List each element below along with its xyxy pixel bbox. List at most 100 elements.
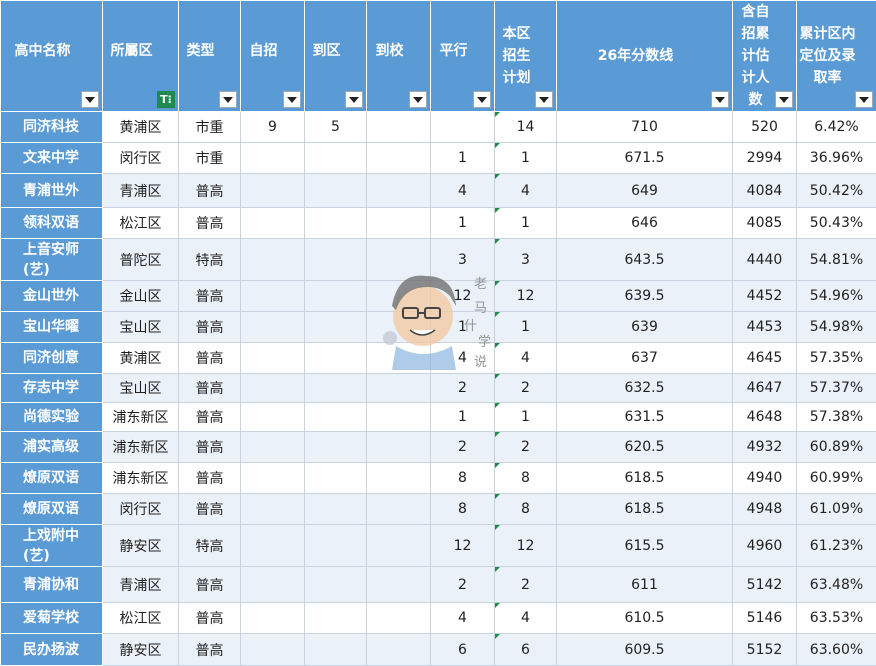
- table-row[interactable]: 文来中学闵行区市重11671.5299436.96%: [1, 143, 876, 174]
- filter-dropdown-icon[interactable]: [283, 91, 301, 108]
- cell-zizhao[interactable]: 9: [241, 112, 305, 143]
- cell-school-type[interactable]: 普高: [179, 463, 241, 494]
- table-row[interactable]: 金山世外金山区普高1212639.5445254.96%: [1, 281, 876, 312]
- cell-district[interactable]: 浦东新区: [103, 463, 179, 494]
- cell-district[interactable]: 黄浦区: [103, 112, 179, 143]
- table-row[interactable]: 尚德实验浦东新区普高11631.5464857.38%: [1, 403, 876, 432]
- cell-cumulative-count[interactable]: 4647: [733, 374, 797, 403]
- cell-pingxing[interactable]: 1: [431, 403, 495, 432]
- cell-pingxing[interactable]: [431, 112, 495, 143]
- cell-cumulative-count[interactable]: 2994: [733, 143, 797, 174]
- cell-daoqu[interactable]: [305, 494, 367, 525]
- cell-daoxiao[interactable]: [367, 312, 431, 343]
- cell-admission-rate[interactable]: 54.98%: [797, 312, 876, 343]
- cell-admission-rate[interactable]: 63.48%: [797, 567, 876, 603]
- cell-district-plan[interactable]: 12: [495, 525, 557, 567]
- cell-district[interactable]: 闵行区: [103, 143, 179, 174]
- table-row[interactable]: 存志中学宝山区普高22632.5464757.37%: [1, 374, 876, 403]
- cell-admission-rate[interactable]: 36.96%: [797, 143, 876, 174]
- cell-admission-rate[interactable]: 61.09%: [797, 494, 876, 525]
- cell-pingxing[interactable]: 6: [431, 634, 495, 666]
- cell-admission-rate[interactable]: 57.37%: [797, 374, 876, 403]
- cell-district[interactable]: 青浦区: [103, 174, 179, 208]
- cell-district[interactable]: 普陀区: [103, 239, 179, 281]
- cell-district-plan[interactable]: 4: [495, 174, 557, 208]
- cell-school-name[interactable]: 青浦协和: [1, 567, 103, 603]
- cell-district-plan[interactable]: 1: [495, 312, 557, 343]
- cell-school-name[interactable]: 同济科技: [1, 112, 103, 143]
- cell-school-type[interactable]: 市重: [179, 143, 241, 174]
- table-row[interactable]: 领科双语松江区普高11646408550.43%: [1, 208, 876, 239]
- cell-district[interactable]: 金山区: [103, 281, 179, 312]
- cell-zizhao[interactable]: [241, 343, 305, 374]
- cell-school-name[interactable]: 燎原双语: [1, 494, 103, 525]
- cell-daoqu[interactable]: [305, 567, 367, 603]
- cell-pingxing[interactable]: 2: [431, 432, 495, 463]
- cell-score-line[interactable]: 618.5: [557, 463, 733, 494]
- cell-daoqu[interactable]: [305, 343, 367, 374]
- cell-cumulative-count[interactable]: 4948: [733, 494, 797, 525]
- cell-district-plan[interactable]: 8: [495, 463, 557, 494]
- cell-daoqu[interactable]: [305, 525, 367, 567]
- cell-daoxiao[interactable]: [367, 374, 431, 403]
- cell-cumulative-count[interactable]: 4648: [733, 403, 797, 432]
- cell-score-line[interactable]: 639.5: [557, 281, 733, 312]
- cell-district[interactable]: 宝山区: [103, 312, 179, 343]
- cell-school-type[interactable]: 普高: [179, 312, 241, 343]
- cell-pingxing[interactable]: 1: [431, 208, 495, 239]
- cell-school-type[interactable]: 普高: [179, 567, 241, 603]
- cell-score-line[interactable]: 611: [557, 567, 733, 603]
- cell-zizhao[interactable]: [241, 634, 305, 666]
- cell-score-line[interactable]: 646: [557, 208, 733, 239]
- cell-district-plan[interactable]: 3: [495, 239, 557, 281]
- cell-school-name[interactable]: 青浦世外: [1, 174, 103, 208]
- cell-score-line[interactable]: 671.5: [557, 143, 733, 174]
- table-row[interactable]: 浦实高级浦东新区普高22620.5493260.89%: [1, 432, 876, 463]
- cell-school-name[interactable]: 上音安师(艺): [1, 239, 103, 281]
- cell-admission-rate[interactable]: 61.23%: [797, 525, 876, 567]
- cell-district[interactable]: 松江区: [103, 603, 179, 634]
- cell-cumulative-count[interactable]: 4940: [733, 463, 797, 494]
- cell-pingxing[interactable]: 12: [431, 281, 495, 312]
- cell-zizhao[interactable]: [241, 567, 305, 603]
- cell-school-name[interactable]: 宝山华曜: [1, 312, 103, 343]
- filter-active-icon[interactable]: T⁝: [157, 91, 175, 108]
- cell-daoqu[interactable]: [305, 432, 367, 463]
- cell-admission-rate[interactable]: 57.35%: [797, 343, 876, 374]
- cell-zizhao[interactable]: [241, 463, 305, 494]
- cell-school-name[interactable]: 爱菊学校: [1, 603, 103, 634]
- cell-admission-rate[interactable]: 60.89%: [797, 432, 876, 463]
- cell-school-name[interactable]: 尚德实验: [1, 403, 103, 432]
- table-row[interactable]: 同济科技黄浦区市重95147105206.42%: [1, 112, 876, 143]
- cell-district-plan[interactable]: 6: [495, 634, 557, 666]
- cell-daoxiao[interactable]: [367, 463, 431, 494]
- cell-admission-rate[interactable]: 50.42%: [797, 174, 876, 208]
- cell-district-plan[interactable]: 4: [495, 603, 557, 634]
- cell-district[interactable]: 闵行区: [103, 494, 179, 525]
- cell-daoxiao[interactable]: [367, 281, 431, 312]
- cell-daoqu[interactable]: [305, 281, 367, 312]
- cell-daoxiao[interactable]: [367, 403, 431, 432]
- cell-pingxing[interactable]: 4: [431, 343, 495, 374]
- cell-zizhao[interactable]: [241, 494, 305, 525]
- cell-pingxing[interactable]: 1: [431, 312, 495, 343]
- filter-dropdown-icon[interactable]: [81, 91, 99, 108]
- table-row[interactable]: 同济创意黄浦区普高44637464557.35%: [1, 343, 876, 374]
- cell-school-type[interactable]: 普高: [179, 403, 241, 432]
- filter-dropdown-icon[interactable]: [473, 91, 491, 108]
- cell-school-name[interactable]: 同济创意: [1, 343, 103, 374]
- cell-zizhao[interactable]: [241, 403, 305, 432]
- filter-dropdown-icon[interactable]: [535, 91, 553, 108]
- cell-school-name[interactable]: 民办扬波: [1, 634, 103, 666]
- cell-cumulative-count[interactable]: 4085: [733, 208, 797, 239]
- cell-daoxiao[interactable]: [367, 634, 431, 666]
- cell-daoxiao[interactable]: [367, 567, 431, 603]
- cell-daoxiao[interactable]: [367, 208, 431, 239]
- cell-score-line[interactable]: 710: [557, 112, 733, 143]
- cell-school-name[interactable]: 文来中学: [1, 143, 103, 174]
- cell-school-type[interactable]: 普高: [179, 432, 241, 463]
- filter-dropdown-icon[interactable]: [409, 91, 427, 108]
- cell-zizhao[interactable]: [241, 208, 305, 239]
- cell-cumulative-count[interactable]: 4084: [733, 174, 797, 208]
- cell-school-type[interactable]: 普高: [179, 374, 241, 403]
